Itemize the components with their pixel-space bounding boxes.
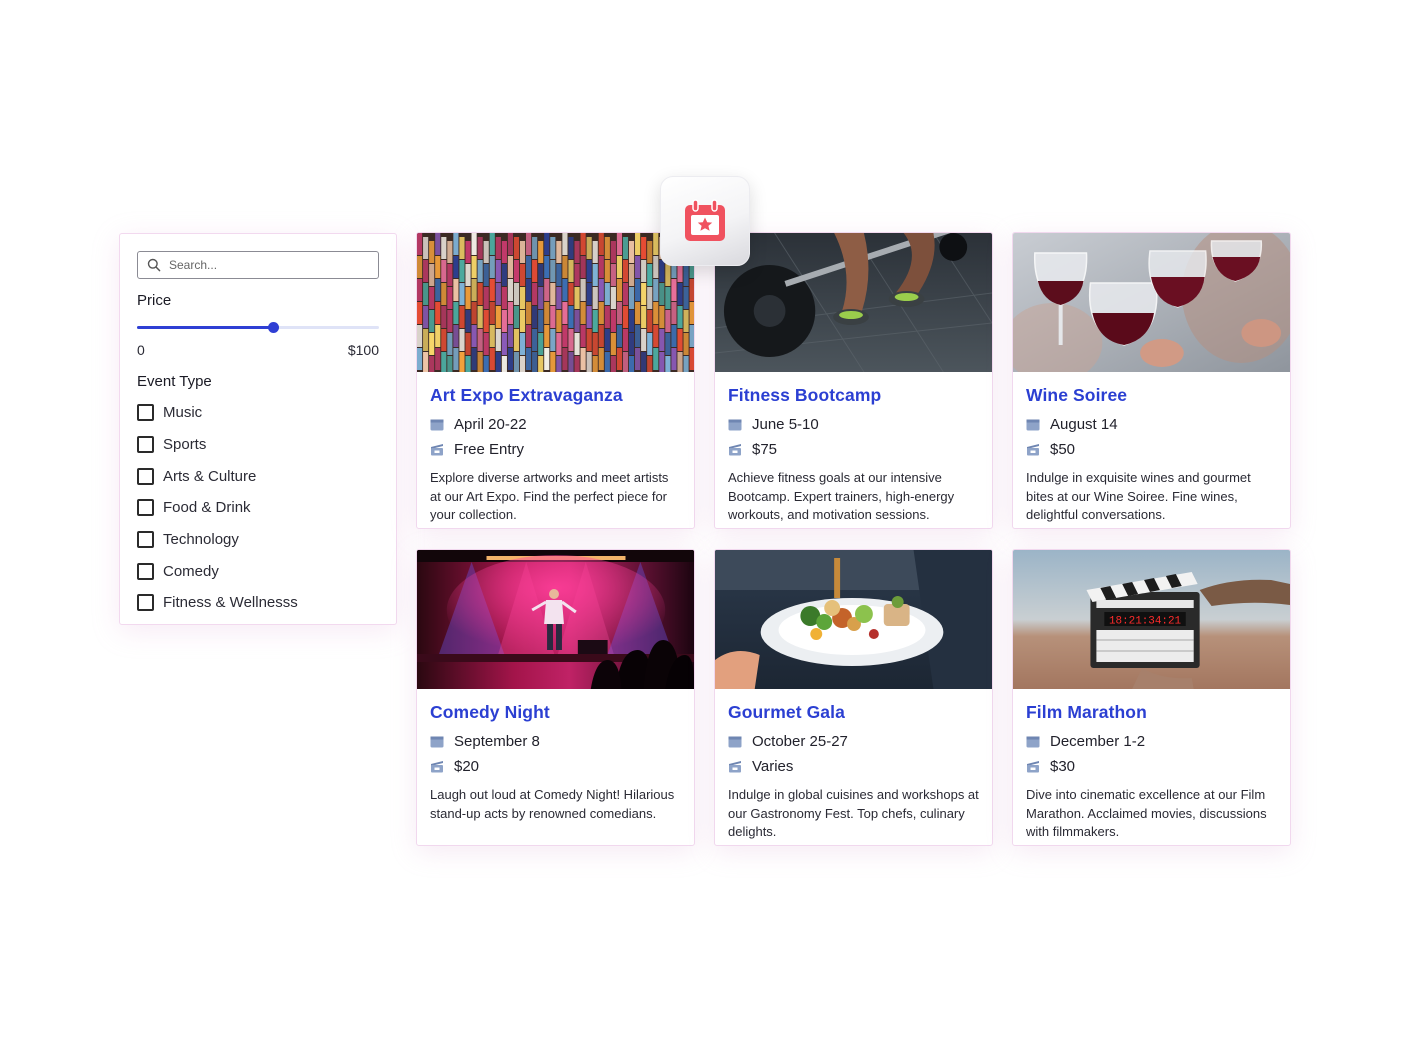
checkbox[interactable] xyxy=(137,436,154,454)
event-date: October 25-27 xyxy=(752,733,848,750)
price-max-label: $100 xyxy=(347,342,379,358)
calendar-icon xyxy=(430,736,444,748)
ticket-icon xyxy=(729,444,741,456)
event-description: Indulge in global cuisines and workshops… xyxy=(728,787,979,839)
event-description: Dive into cinematic excellence at our Fi… xyxy=(1026,787,1267,839)
price-min-label: 0 xyxy=(137,342,145,358)
event-image xyxy=(715,550,992,689)
checkbox[interactable] xyxy=(137,531,154,549)
event-image xyxy=(1013,233,1290,372)
event-card[interactable]: Fitness Bootcamp June 5-10 $75 Achieve f… xyxy=(714,232,993,529)
svg-text:18:21:34:21: 18:21:34:21 xyxy=(1109,615,1181,627)
checkbox[interactable] xyxy=(137,404,154,422)
event-image xyxy=(417,550,694,689)
calendar-icon xyxy=(728,419,742,431)
calendar-icon xyxy=(1026,736,1040,748)
event-date: December 1-2 xyxy=(1050,733,1146,750)
event-type-option[interactable]: Comedy xyxy=(137,555,379,587)
event-price: Free Entry xyxy=(454,441,525,458)
event-date-row: December 1-2 xyxy=(1026,733,1277,750)
event-date-row: September 8 xyxy=(430,733,681,750)
ticket-icon xyxy=(431,444,443,456)
calendar-icon xyxy=(728,736,742,748)
calendar-app-tile xyxy=(660,176,750,266)
search-icon xyxy=(147,258,161,272)
checkbox[interactable] xyxy=(137,562,154,580)
event-type-option[interactable]: Sports xyxy=(137,429,379,461)
event-title[interactable]: Art Expo Extravaganza xyxy=(430,385,681,406)
event-date-row: August 14 xyxy=(1026,416,1277,433)
event-price: $75 xyxy=(752,441,778,458)
event-date: April 20-22 xyxy=(454,416,527,433)
event-date: August 14 xyxy=(1050,416,1118,433)
event-date-row: April 20-22 xyxy=(430,416,681,433)
event-type-option[interactable]: Technology xyxy=(137,524,379,556)
filter-panel: Price 0 $100 Event Type Music Sports Art… xyxy=(119,233,397,625)
calendar-star-icon xyxy=(685,199,725,241)
event-title[interactable]: Comedy Night xyxy=(430,702,681,723)
event-image xyxy=(715,233,992,372)
event-price: $20 xyxy=(454,758,480,775)
event-description: Indulge in exquisite wines and gourmet b… xyxy=(1026,470,1251,522)
price-range: 0 $100 xyxy=(137,342,379,358)
event-type-option[interactable]: Arts & Culture xyxy=(137,460,379,492)
event-image xyxy=(417,233,694,372)
checkbox[interactable] xyxy=(137,594,154,612)
event-card[interactable]: Art Expo Extravaganza April 20-22 Free E… xyxy=(416,232,695,529)
event-type-label: Music xyxy=(163,404,203,422)
event-price-row: $30 xyxy=(1026,758,1277,775)
ticket-icon xyxy=(729,761,741,773)
event-date-row: October 25-27 xyxy=(728,733,979,750)
calendar-icon xyxy=(430,419,444,431)
event-type-option[interactable]: Music xyxy=(137,397,379,429)
event-title[interactable]: Gourmet Gala xyxy=(728,702,979,723)
calendar-icon xyxy=(1026,419,1040,431)
checkbox[interactable] xyxy=(137,467,154,485)
event-price-row: Varies xyxy=(728,758,979,775)
event-type-label: Comedy xyxy=(163,562,219,580)
price-slider-thumb[interactable] xyxy=(267,322,279,333)
event-date: September 8 xyxy=(454,733,540,750)
event-price-row: $50 xyxy=(1026,441,1277,458)
event-title[interactable]: Fitness Bootcamp xyxy=(728,385,979,406)
event-price-row: Free Entry xyxy=(430,441,681,458)
price-slider[interactable] xyxy=(137,321,379,335)
event-price-row: $75 xyxy=(728,441,979,458)
ticket-icon xyxy=(1027,444,1039,456)
ticket-icon xyxy=(431,761,443,773)
ticket-icon xyxy=(1027,761,1039,773)
event-price: $30 xyxy=(1050,758,1076,775)
event-image: 18:21:34:21 xyxy=(1013,550,1290,689)
event-description: Achieve fitness goals at our intensive B… xyxy=(728,470,955,522)
event-date-row: June 5-10 xyxy=(728,416,979,433)
event-type-label: Arts & Culture xyxy=(163,467,257,485)
event-type-heading: Event Type xyxy=(137,373,212,390)
event-type-list: Music Sports Arts & Culture Food & Drink… xyxy=(137,397,379,619)
event-type-label: Fitness & Wellnesss xyxy=(163,594,298,612)
event-description: Explore diverse artworks and meet artist… xyxy=(430,470,669,522)
price-heading: Price xyxy=(137,292,172,309)
checkbox[interactable] xyxy=(137,499,154,517)
event-date: June 5-10 xyxy=(752,416,819,433)
event-type-option[interactable]: Fitness & Wellnesss xyxy=(137,587,379,619)
event-type-label: Technology xyxy=(163,531,239,549)
event-description: Laugh out loud at Comedy Night! Hilariou… xyxy=(430,787,675,821)
event-card[interactable]: Comedy Night September 8 $20 Laugh out l… xyxy=(416,549,695,846)
event-title[interactable]: Film Marathon xyxy=(1026,702,1277,723)
event-price: $50 xyxy=(1050,441,1076,458)
event-card[interactable]: Wine Soiree August 14 $50 Indulge in exq… xyxy=(1012,232,1291,529)
event-price: Varies xyxy=(752,758,794,775)
event-title[interactable]: Wine Soiree xyxy=(1026,385,1277,406)
event-type-label: Food & Drink xyxy=(163,499,251,517)
event-price-row: $20 xyxy=(430,758,681,775)
event-card[interactable]: 18:21:34:21 Film Marathon December 1-2 $… xyxy=(1012,549,1291,846)
event-type-label: Sports xyxy=(163,436,207,454)
event-card[interactable]: Gourmet Gala October 25-27 Varies Indulg… xyxy=(714,549,993,846)
price-slider-fill xyxy=(137,326,273,329)
event-type-option[interactable]: Food & Drink xyxy=(137,492,379,524)
search-box[interactable] xyxy=(137,251,379,279)
search-input[interactable] xyxy=(169,258,369,272)
